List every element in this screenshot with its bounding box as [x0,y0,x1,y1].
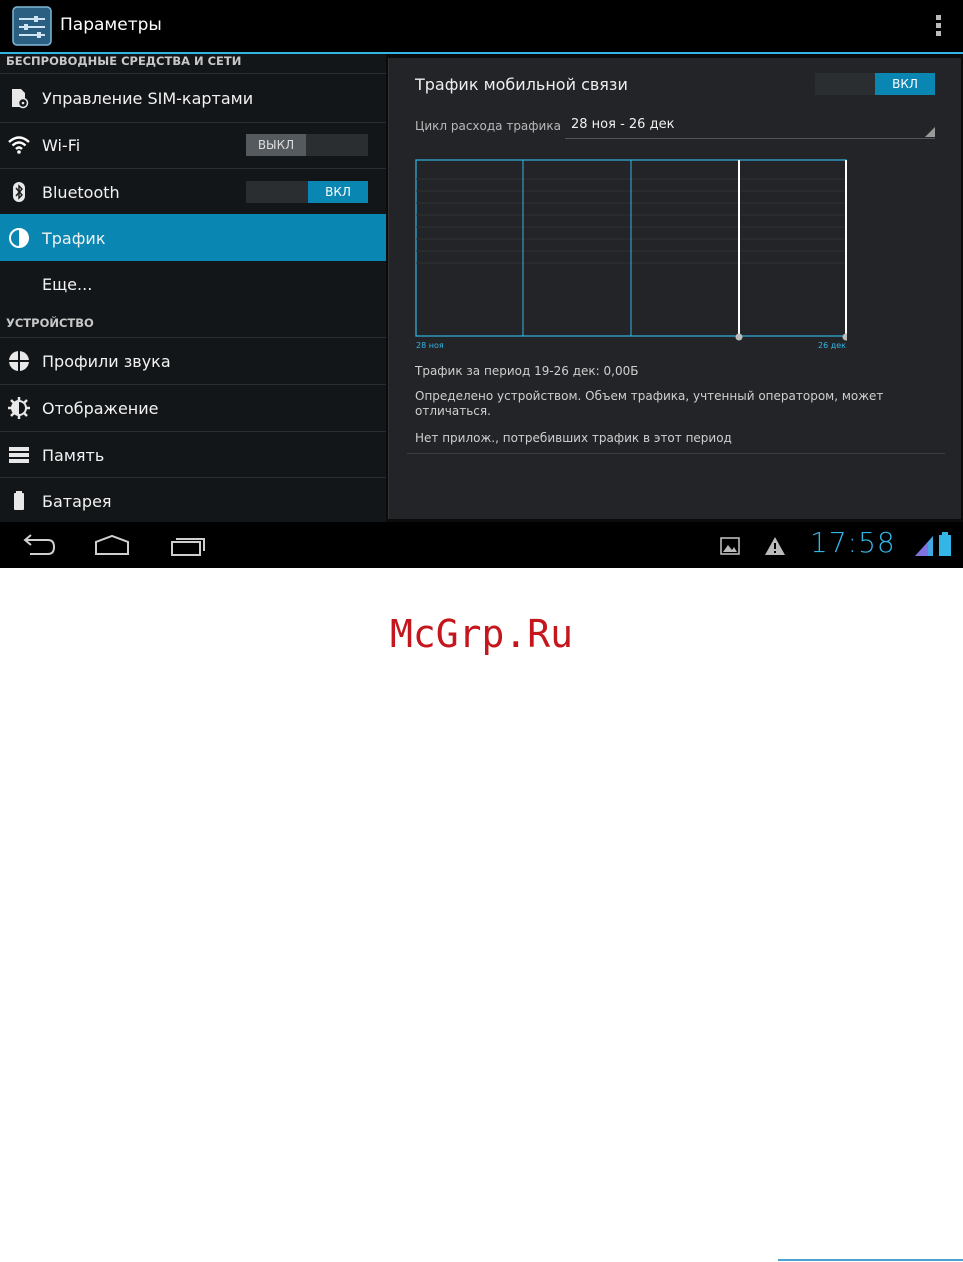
data-usage-panel: Трафик мобильной связи ВКЛ Цикл расхода … [388,58,961,519]
period-usage-text: Трафик за период 19-26 дек: 0,00Б [415,364,639,378]
chart-start-label: 28 ноя [416,341,444,350]
sidebar-item-more[interactable]: Еще... [0,261,386,307]
chart-end-label: 26 дек [818,341,846,350]
sidebar-item-wifi[interactable]: Wi-Fi ВЫКЛ [0,122,386,168]
settings-app-icon[interactable] [12,6,52,46]
sidebar-item-label: Трафик [42,229,106,248]
bluetooth-toggle[interactable]: ВКЛ [246,181,368,203]
section-header-wireless: БЕСПРОВОДНЫЕ СРЕДСТВА И СЕТИ [6,54,242,68]
section-header-device: УСТРОЙСТВО [6,316,94,330]
bluetooth-toggle-state: ВКЛ [308,181,368,203]
bluetooth-icon [13,182,25,202]
home-icon[interactable] [90,532,134,560]
panel-title: Трафик мобильной связи [415,75,628,94]
cycle-value: 28 ноя - 26 дек [571,117,675,132]
wifi-toggle-state: ВЫКЛ [246,134,306,156]
sidebar-item-label: Память [42,446,105,465]
sidebar-item-sim[interactable]: Управление SIM-картами [0,73,386,122]
watermark-logo: McGrp.Ru [389,612,574,656]
sidebar-item-storage[interactable]: Память [0,431,386,478]
signal-icon [915,536,933,556]
settings-list: БЕСПРОВОДНЫЕ СРЕДСТВА И СЕТИ Управление … [0,54,386,522]
chart-end-handle-knob [842,333,847,341]
status-clock[interactable]: 17:58 [810,526,896,559]
sound-icon [9,351,29,371]
sidebar-item-label: Bluetooth [42,183,120,202]
chart-start-handle-knob [735,333,743,341]
tablet-screen: Параметры БЕСПРОВОДНЫЕ СРЕДСТВА И СЕТИ У… [0,0,963,568]
sidebar-item-bluetooth[interactable]: Bluetooth ВКЛ [0,168,386,215]
sidebar-item-label: Wi-Fi [42,136,81,155]
sidebar-item-battery[interactable]: Батарея [0,477,386,523]
sidebar-item-display[interactable]: Отображение [0,384,386,431]
panel-divider [407,453,945,454]
overflow-menu-icon[interactable] [931,15,945,39]
sidebar-item-label: Управление SIM-картами [42,89,254,108]
sidebar-item-label: Еще... [42,275,93,294]
action-bar: Параметры [0,0,963,54]
system-bar: 17:58 [0,522,963,568]
warning-icon[interactable] [764,536,786,556]
data-usage-chart[interactable]: 28 ноя 26 дек [415,159,847,351]
battery-status-icon [939,532,951,556]
device-note-text: Определено устройством. Объем трафика, у… [415,389,884,418]
mobile-data-toggle[interactable]: ВКЛ [815,73,935,95]
battery-icon [14,491,24,510]
mobile-data-toggle-state: ВКЛ [875,73,935,95]
sidebar-item-label: Батарея [42,492,112,511]
storage-icon [9,447,29,463]
sidebar-item-sound[interactable]: Профили звука [0,337,386,384]
cycle-dropdown[interactable]: 28 ноя - 26 дек [565,112,935,139]
back-icon[interactable] [18,532,62,560]
data-usage-icon [9,228,29,248]
cycle-label: Цикл расхода трафика [415,119,561,133]
recent-apps-icon[interactable] [166,532,210,560]
sidebar-item-label: Отображение [42,399,159,418]
sidebar-item-data-usage[interactable]: Трафик [0,214,386,261]
no-apps-text: Нет прилож., потребивших трафик в этот п… [415,431,732,445]
screenshot-notification-icon[interactable] [720,536,740,556]
sim-settings-icon [12,89,29,109]
page-title: Параметры [60,15,162,35]
display-icon [8,397,30,419]
wifi-icon [8,136,30,154]
sidebar-item-label: Профили звука [42,352,171,371]
wifi-toggle[interactable]: ВЫКЛ [246,134,368,156]
dropdown-arrow-icon [925,127,935,137]
page-footer-line [778,1259,963,1261]
